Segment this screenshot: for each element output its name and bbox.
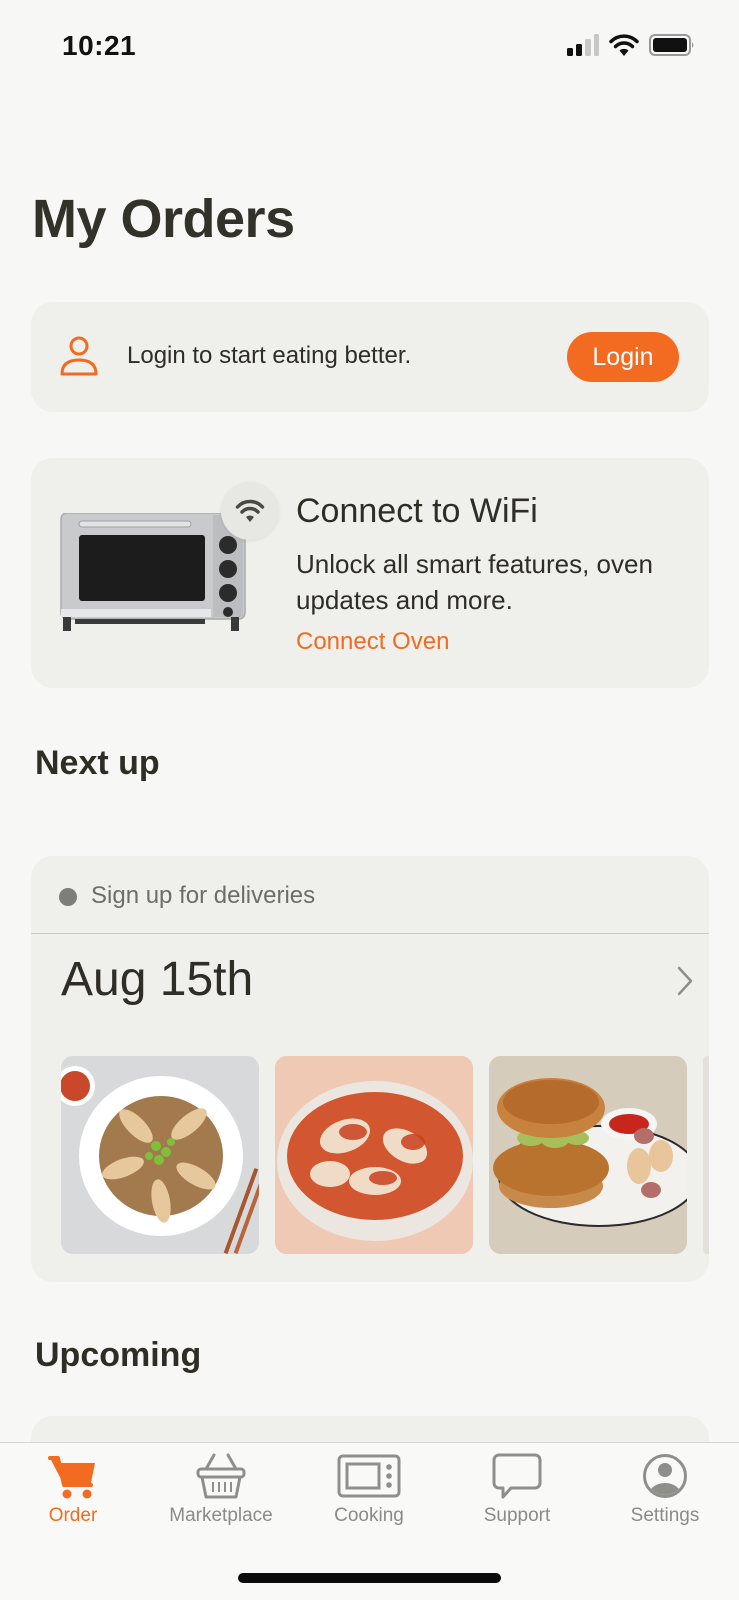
status-bar: 10:21 bbox=[0, 0, 739, 95]
tab-cooking[interactable]: Cooking bbox=[304, 1453, 434, 1527]
cellular-signal-icon bbox=[567, 34, 599, 56]
tab-label: Support bbox=[483, 1505, 551, 1526]
cart-icon bbox=[48, 1456, 95, 1499]
chat-bubble-icon bbox=[492, 1453, 542, 1499]
wifi-icon bbox=[235, 499, 265, 522]
delivery-date: Aug 15th bbox=[61, 953, 254, 1006]
battery-icon bbox=[649, 34, 694, 56]
next-delivery-card[interactable]: Sign up for deliveries Aug 15th bbox=[31, 856, 709, 1282]
dumplings-fried-rice-image[interactable] bbox=[61, 1056, 259, 1254]
wifi-icon bbox=[609, 34, 639, 56]
delivery-status-text: Sign up for deliveries bbox=[91, 882, 316, 909]
status-icons bbox=[567, 34, 695, 56]
user-icon bbox=[60, 336, 98, 376]
login-button[interactable]: Login bbox=[567, 332, 679, 382]
delivery-date-row[interactable]: Aug 15th bbox=[31, 936, 709, 1026]
meal-carousel[interactable] bbox=[61, 1056, 687, 1254]
tab-label: Order bbox=[48, 1505, 98, 1526]
tab-settings[interactable]: Settings bbox=[600, 1453, 730, 1527]
login-prompt-text: Login to start eating better. bbox=[127, 342, 412, 369]
home-indicator[interactable] bbox=[238, 1573, 501, 1583]
dumplings-tomato-sauce-image[interactable] bbox=[275, 1056, 473, 1254]
tab-label: Marketplace bbox=[169, 1505, 273, 1526]
chevron-right-icon[interactable] bbox=[675, 964, 695, 998]
delivery-status-row[interactable]: Sign up for deliveries bbox=[31, 856, 709, 934]
login-card: Login to start eating better. Login bbox=[31, 302, 709, 412]
next-meal-peek bbox=[703, 1056, 709, 1254]
next-up-heading: Next up bbox=[35, 744, 160, 782]
tab-order[interactable]: Order bbox=[8, 1453, 138, 1527]
page-title: My Orders bbox=[32, 189, 295, 249]
upcoming-heading: Upcoming bbox=[35, 1336, 202, 1374]
chicken-sandwich-image[interactable] bbox=[489, 1056, 687, 1254]
tab-support[interactable]: Support bbox=[452, 1453, 582, 1527]
profile-icon bbox=[643, 1454, 687, 1498]
oven-image bbox=[60, 513, 246, 631]
wifi-badge bbox=[221, 482, 279, 540]
oven-icon bbox=[337, 1454, 401, 1498]
wifi-card-description: Unlock all smart features, oven updates … bbox=[296, 549, 653, 615]
tab-label: Cooking bbox=[334, 1505, 404, 1526]
wifi-card-title: Connect to WiFi bbox=[296, 492, 538, 530]
tab-marketplace[interactable]: Marketplace bbox=[156, 1453, 286, 1527]
tab-label: Settings bbox=[630, 1505, 700, 1526]
basket-icon bbox=[196, 1453, 246, 1499]
status-time: 10:21 bbox=[62, 30, 137, 61]
connect-oven-link[interactable]: Connect Oven bbox=[296, 628, 449, 656]
status-dot-icon bbox=[59, 888, 77, 906]
connect-wifi-card: Connect to WiFi Unlock all smart feature… bbox=[31, 458, 709, 688]
